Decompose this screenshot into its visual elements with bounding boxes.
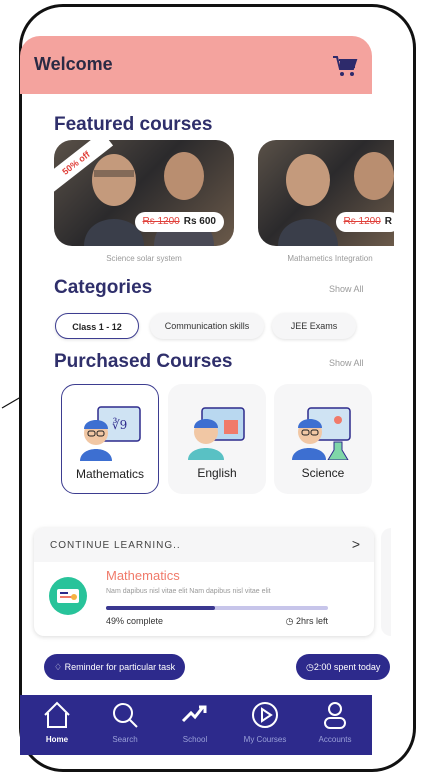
purchased-course-card[interactable]: ∛9 Mathematics: [61, 384, 159, 494]
category-chip-communication[interactable]: Communication skills: [150, 313, 264, 339]
price-tag: Rs 1200 R: [335, 212, 394, 232]
purchased-course-card[interactable]: English: [168, 384, 266, 494]
featured-course-label: Science solar system: [106, 254, 182, 263]
course-name: Science: [301, 466, 345, 480]
categories-heading: Categories: [54, 277, 153, 298]
categories-show-all-link[interactable]: Show All: [329, 284, 364, 294]
bell-icon: ♢: [54, 662, 63, 672]
time-spent-badge: ◷2:00 spent today: [296, 654, 391, 680]
reminder-button[interactable]: ♢ Reminder for particular task: [44, 654, 186, 680]
continue-learning-card[interactable]: CONTINUE LEARNING.. > Mathematics Nam da…: [34, 528, 374, 636]
app-header: Welcome: [20, 36, 372, 94]
bottom-nav: Home Search School My Courses Accounts: [20, 695, 372, 755]
nav-accounts-label: Accounts: [318, 735, 352, 744]
chevron-right-icon[interactable]: >: [352, 536, 360, 552]
nav-home-label: Home: [45, 735, 69, 744]
welcome-title: Welcome: [34, 54, 113, 74]
cart-icon[interactable]: [332, 54, 358, 78]
course-name: Mathematics: [75, 467, 145, 481]
clock-icon: ◷: [285, 616, 294, 626]
nav-accounts[interactable]: Accounts: [300, 699, 370, 744]
nav-my-courses[interactable]: My Courses: [230, 699, 300, 744]
school-icon: [181, 705, 207, 723]
nav-home[interactable]: Home: [22, 699, 92, 744]
svg-text:∛9: ∛9: [112, 417, 127, 432]
progress-percent: 49% complete: [106, 616, 164, 626]
nav-search-label: Search: [112, 735, 138, 744]
user-icon: [324, 702, 346, 729]
purchased-show-all-link[interactable]: Show All: [329, 358, 364, 368]
category-chip-jee[interactable]: JEE Exams: [272, 313, 356, 339]
price-tag: Rs 1200 Rs 600: [134, 212, 224, 232]
nav-school-label: School: [182, 735, 208, 744]
old-price: Rs 1200: [142, 216, 180, 227]
purchased-course-card[interactable]: Science: [274, 384, 372, 494]
featured-course-card[interactable]: 50% off Rs 1200 Rs 600: [54, 140, 234, 246]
old-price: Rs 1200: [343, 216, 381, 227]
home-icon: [44, 701, 70, 728]
continue-description: Nam dapibus nisl vitae elit Nam dapibus …: [106, 588, 271, 595]
new-price: R: [384, 216, 392, 227]
continue-subject: Mathematics: [106, 568, 180, 583]
continue-learning-title: CONTINUE LEARNING..: [50, 540, 181, 551]
search-icon: [113, 703, 138, 728]
featured-course-label: Mathametics Integration: [287, 254, 373, 263]
math-student-icon: ∛9: [80, 406, 141, 461]
math-lesson-icon: [49, 577, 87, 615]
progress-bar: [106, 606, 328, 610]
continue-learning-header: CONTINUE LEARNING.. >: [34, 528, 374, 562]
purchased-heading: Purchased Courses: [54, 351, 233, 372]
nav-my-courses-label: My Courses: [243, 735, 287, 744]
reminder-label: Reminder for particular task: [64, 662, 176, 672]
time-spent-label: 2:00 spent today: [313, 662, 381, 672]
new-price: Rs 600: [183, 216, 216, 227]
clock-icon: ◷: [306, 662, 314, 672]
play-circle-icon: [252, 702, 278, 728]
nav-search[interactable]: Search: [90, 699, 160, 744]
time-left: ◷ 2hrs left: [286, 616, 328, 627]
next-card-peek: [381, 528, 391, 636]
science-student-icon: [292, 407, 351, 460]
english-student-icon: [188, 407, 245, 460]
featured-heading: Featured courses: [54, 114, 213, 135]
course-name: English: [197, 466, 237, 480]
time-left-text: 2hrs left: [295, 616, 328, 626]
category-chip-class[interactable]: Class 1 - 12: [55, 313, 139, 339]
nav-school[interactable]: School: [160, 699, 230, 744]
featured-course-card[interactable]: Rs 1200 R: [258, 140, 394, 246]
progress-bar-fill: [106, 606, 215, 610]
